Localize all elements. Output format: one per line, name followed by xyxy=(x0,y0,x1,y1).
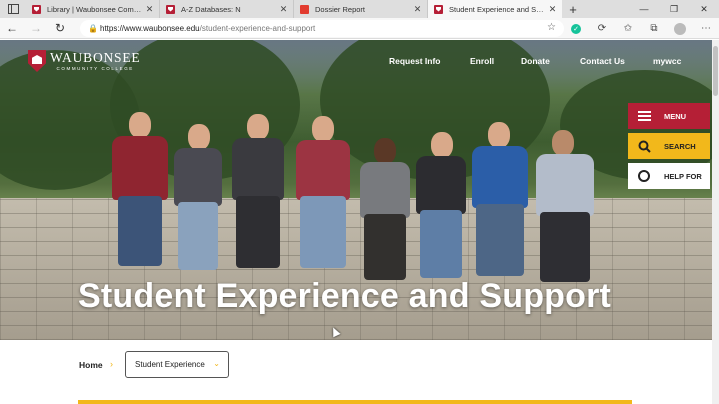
grammarly-extension-button[interactable]: ✓ xyxy=(563,18,589,39)
lock-icon: 🔒 xyxy=(88,24,98,33)
web-page: WAUBONSEE COMMUNITY COLLEGE Request Info… xyxy=(0,40,712,404)
tab-title: A-Z Databases: N xyxy=(181,4,241,14)
browser-tab-library[interactable]: Library | Waubonsee Communit ✕ xyxy=(26,0,160,18)
nav-contact-us[interactable]: Contact Us xyxy=(580,56,625,66)
more-icon: ⋯ xyxy=(701,23,711,34)
side-menu: MENU SEARCH HELP FOR xyxy=(628,103,710,193)
url-path: /student-experience-and-support xyxy=(199,24,316,33)
refresh-button[interactable]: ↻ xyxy=(48,18,72,39)
help-for-button[interactable]: HELP FOR xyxy=(628,163,710,189)
nav-mywcc[interactable]: mywcc xyxy=(653,56,681,66)
waubonsee-favicon-icon xyxy=(434,4,443,14)
collections-icon: ⧉ xyxy=(650,23,658,34)
browser-tab-strip: Library | Waubonsee Communit ✕ A-Z Datab… xyxy=(0,0,719,18)
nav-enroll[interactable]: Enroll xyxy=(470,56,494,66)
avatar xyxy=(674,22,686,35)
breadcrumb: Home › Student Experience ⌄ xyxy=(0,340,712,404)
forward-arrow-icon: → xyxy=(30,21,42,35)
close-icon[interactable]: ✕ xyxy=(413,4,422,15)
gold-divider xyxy=(78,400,632,404)
menu-button[interactable]: MENU xyxy=(628,103,710,129)
search-label: SEARCH xyxy=(664,141,696,151)
address-bar[interactable]: 🔒 https://www.waubonsee.edu/student-expe… xyxy=(80,20,564,37)
url-host: https://www.waubonsee.edu xyxy=(100,24,200,33)
search-button[interactable]: SEARCH xyxy=(628,133,710,159)
back-arrow-icon: ← xyxy=(6,21,18,35)
nav-donate[interactable]: Donate xyxy=(521,56,550,66)
browser-tab-dossier[interactable]: Dossier Report ✕ xyxy=(294,0,428,18)
browser-tab-student-experience[interactable]: Student Experience and Support ✕ xyxy=(428,0,562,18)
waubonsee-favicon-icon xyxy=(166,4,175,14)
help-label: HELP FOR xyxy=(664,171,702,181)
waubonsee-favicon-icon xyxy=(32,4,41,14)
minimize-icon[interactable]: — xyxy=(629,0,659,18)
favorites-button[interactable]: ✩ xyxy=(615,18,641,39)
main-nav: Request Info Enroll Donate Contact Us my… xyxy=(0,56,712,68)
tab-actions-button[interactable] xyxy=(0,0,26,18)
window-controls: — ❐ ✕ xyxy=(629,0,719,18)
new-tab-button[interactable]: + xyxy=(562,0,584,18)
person-circle-icon xyxy=(636,170,652,182)
dossier-favicon-icon xyxy=(300,4,309,14)
sync-icon: ⟳ xyxy=(597,23,607,34)
page-scrollbar[interactable] xyxy=(712,40,719,404)
profile-button[interactable] xyxy=(667,18,693,39)
menu-label: MENU xyxy=(664,111,687,121)
browser-toolbar: ← → ↻ 🔒 https://www.waubonsee.edu/studen… xyxy=(0,18,719,39)
page-title: Student Experience and Support xyxy=(78,277,612,315)
refresh-icon: ↻ xyxy=(54,21,66,35)
grammarly-icon: ✓ xyxy=(571,23,581,34)
nav-request-info[interactable]: Request Info xyxy=(389,56,440,66)
chevron-down-icon: ⌄ xyxy=(213,359,220,368)
add-favorite-icon[interactable]: ☆ xyxy=(547,22,556,33)
settings-menu-button[interactable]: ⋯ xyxy=(693,18,719,39)
favorites-icon: ✩ xyxy=(623,23,633,34)
close-icon[interactable]: ✕ xyxy=(279,4,288,15)
search-icon xyxy=(636,140,652,153)
forward-button[interactable]: → xyxy=(24,18,48,39)
maximize-icon[interactable]: ❐ xyxy=(659,0,689,18)
breadcrumb-home-link[interactable]: Home xyxy=(79,360,103,370)
breadcrumb-separator-icon: › xyxy=(110,359,113,369)
tab-title: Library | Waubonsee Communit xyxy=(47,4,142,14)
stone-wall xyxy=(0,198,712,340)
close-icon[interactable]: ✕ xyxy=(145,4,154,15)
toolbar-extensions: ✓ ⟳ ✩ ⧉ ⋯ xyxy=(563,18,719,39)
collections-button[interactable]: ⧉ xyxy=(641,18,667,39)
hamburger-icon xyxy=(636,111,652,121)
breadcrumb-dropdown[interactable]: Student Experience ⌄ xyxy=(125,351,229,378)
close-icon[interactable]: ✕ xyxy=(548,4,557,15)
close-window-icon[interactable]: ✕ xyxy=(689,0,719,18)
extension-refresh-button[interactable]: ⟳ xyxy=(589,18,615,39)
scrollbar-thumb[interactable] xyxy=(713,46,718,96)
tab-actions-icon xyxy=(7,4,19,14)
back-button[interactable]: ← xyxy=(0,18,24,39)
tab-title: Student Experience and Support xyxy=(449,4,545,14)
tab-title: Dossier Report xyxy=(315,4,366,14)
browser-tab-databases[interactable]: A-Z Databases: N ✕ xyxy=(160,0,294,18)
breadcrumb-current: Student Experience xyxy=(135,360,205,369)
